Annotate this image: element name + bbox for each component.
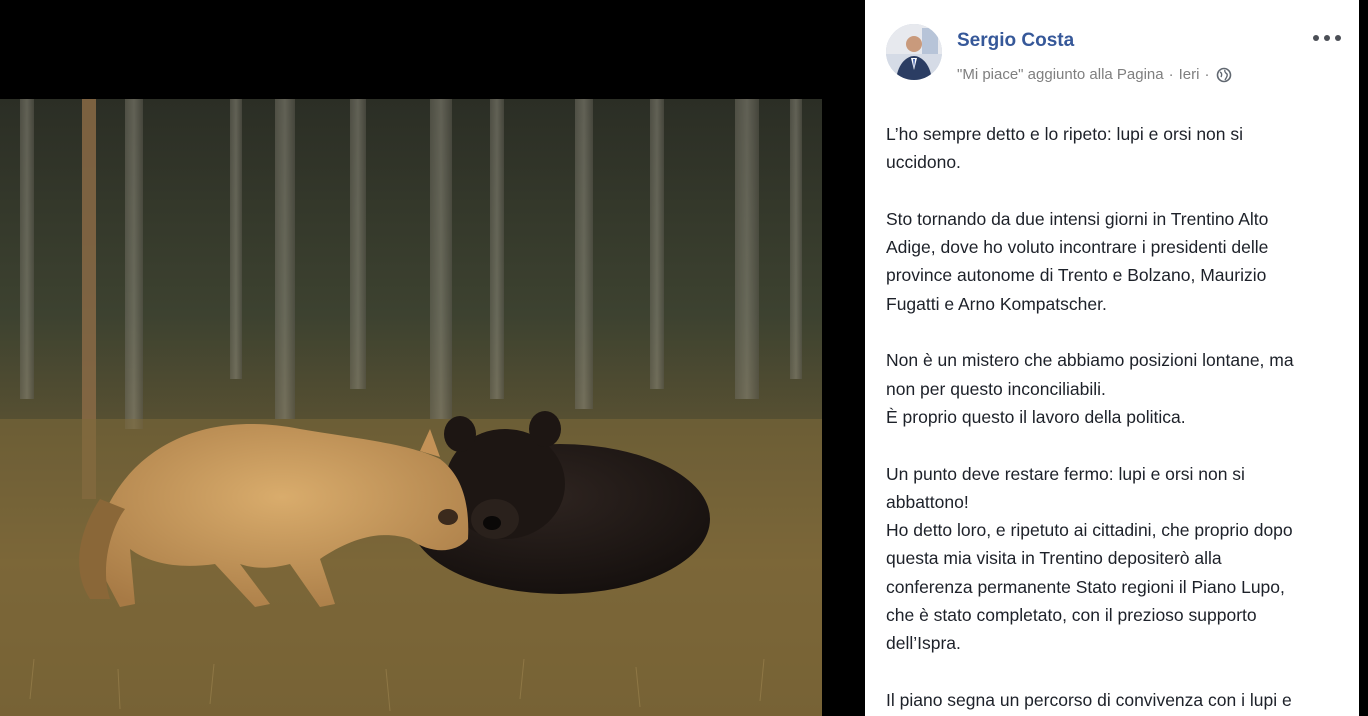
text-line: Fugatti e Arno Kompatscher. (886, 293, 1107, 314)
avatar-image (886, 24, 942, 80)
window-edge (1359, 0, 1368, 716)
post-meta: "Mi piace" aggiunto alla Pagina · Ieri · (957, 66, 1232, 83)
globe-icon[interactable] (1216, 67, 1232, 83)
photo-theater: Sergio Costa "Mi piace" aggiunto alla Pa… (0, 0, 1368, 716)
post-text: L’ho sempre detto e lo ripeto: lupi e or… (886, 120, 1346, 716)
text-line: abbattono! (886, 491, 969, 512)
author-avatar[interactable] (886, 24, 942, 80)
post-paragraph: L’ho sempre detto e lo ripeto: lupi e or… (886, 120, 1346, 177)
author-name-link[interactable]: Sergio Costa (957, 30, 1074, 52)
more-horizontal-icon (1313, 35, 1319, 41)
post-paragraph: Il piano segna un percorso di convivenza… (886, 686, 1346, 714)
post-action-text: "Mi piace" aggiunto alla Pagina (957, 66, 1164, 83)
text-line: È proprio questo il lavoro della politic… (886, 406, 1186, 427)
text-line: Sto tornando da due intensi giorni in Tr… (886, 208, 1269, 229)
wolf-and-bear-photo (0, 99, 822, 716)
post-paragraph: Un punto deve restare fermo: lupi e orsi… (886, 460, 1346, 658)
post-paragraph: Non è un mistero che abbiamo posizioni l… (886, 346, 1346, 431)
meta-separator: · (1204, 66, 1210, 83)
text-line: province autonome di Trento e Bolzano, M… (886, 265, 1267, 286)
text-line: Un punto deve restare fermo: lupi e orsi… (886, 463, 1245, 484)
text-line: Non è un mistero che abbiamo posizioni l… (886, 350, 1294, 371)
text-line: non per questo inconciliabili. (886, 378, 1106, 399)
post-header: Sergio Costa "Mi piace" aggiunto alla Pa… (865, 0, 1359, 100)
meta-separator: · (1168, 66, 1174, 83)
post-timestamp[interactable]: Ieri (1179, 66, 1200, 83)
text-line: uccidono. (886, 152, 961, 173)
text-line: L’ho sempre detto e lo ripeto: lupi e or… (886, 124, 1244, 144)
post-sidebar: Sergio Costa "Mi piace" aggiunto alla Pa… (865, 0, 1359, 716)
text-line: questa mia visita in Trentino depositerò… (886, 548, 1222, 569)
more-horizontal-icon (1335, 35, 1341, 41)
post-photo[interactable] (0, 99, 822, 716)
more-options-button[interactable] (1313, 28, 1341, 48)
text-line: Ho detto loro, e ripetuto ai cittadini, … (886, 520, 1293, 541)
text-line: dell’Ispra. (886, 633, 961, 654)
text-line: conferenza permanente Stato regioni il P… (886, 576, 1285, 597)
text-line: Adige, dove ho voluto incontrare i presi… (886, 237, 1269, 258)
text-line: Il piano segna un percorso di convivenza… (886, 689, 1292, 710)
more-horizontal-icon (1324, 35, 1330, 41)
text-line: che è stato completato, con il prezioso … (886, 605, 1257, 626)
post-paragraph: Sto tornando da due intensi giorni in Tr… (886, 205, 1346, 318)
